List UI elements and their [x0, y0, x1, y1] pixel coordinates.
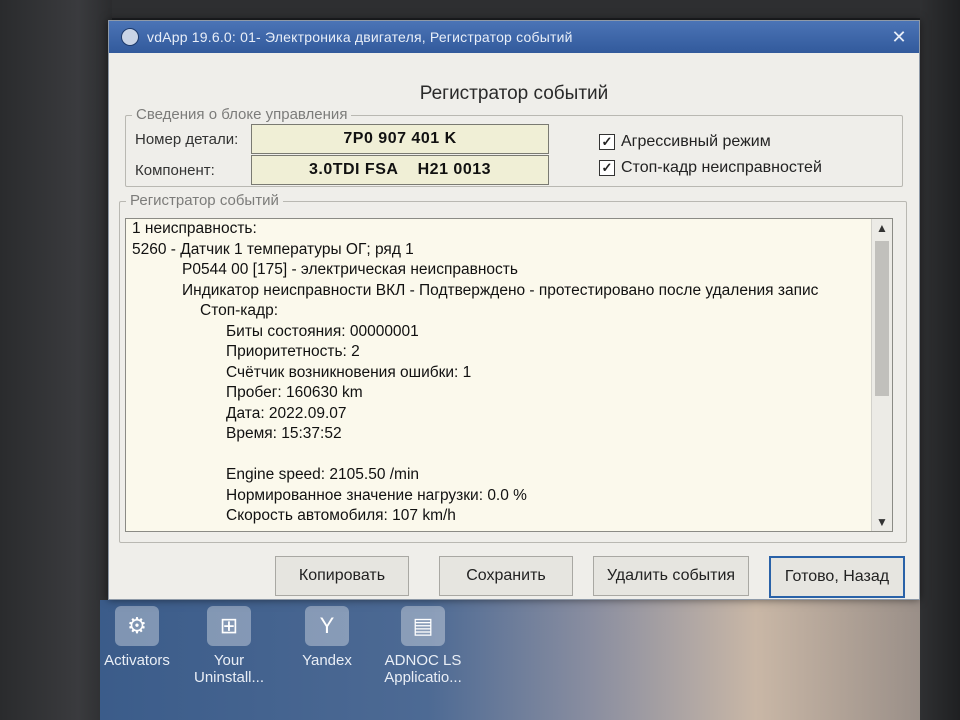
- desktop-icon-adnoc[interactable]: ▤ ADNOC LS Applicatio...: [380, 606, 466, 686]
- desktop-icon-label: ADNOC LS Applicatio...: [384, 652, 462, 686]
- yandex-icon: Y: [305, 606, 349, 646]
- log-line: Биты состояния: 00000001: [226, 322, 419, 340]
- save-button[interactable]: Сохранить: [439, 556, 573, 596]
- event-log-legend: Регистратор событий: [126, 192, 283, 209]
- activators-icon: ⚙: [115, 606, 159, 646]
- laptop-bezel-right: [920, 0, 960, 720]
- scroll-down-icon[interactable]: ▼: [872, 513, 892, 531]
- laptop-bezel-top: [0, 0, 960, 18]
- log-line: Приоритетность: 2: [226, 343, 360, 360]
- event-log-textarea[interactable]: 1 неисправность: 5260 - Датчик 1 температ…: [125, 218, 893, 532]
- log-line: 5260 - Датчик 1 температуры ОГ; ряд 1: [132, 240, 414, 258]
- log-line: Стоп-кадр:: [200, 302, 279, 319]
- freeze-frame-label: Стоп-кадр неисправностей: [621, 159, 822, 176]
- log-line: P0544 00 [175] - электрическая неисправн…: [182, 261, 518, 278]
- freeze-frame-checkbox[interactable]: ✓ Стоп-кадр неисправностей: [599, 159, 822, 177]
- part-number-field[interactable]: 7P0 907 401 K: [251, 124, 549, 154]
- app-icon: [121, 28, 139, 46]
- desktop-background: ⚙ Activators ⊞ Your Uninstall... Y Yande…: [100, 600, 920, 720]
- aggressive-mode-label: Агрессивный режим: [621, 133, 771, 150]
- log-line: Engine speed: 2105.50 /min: [226, 466, 420, 483]
- desktop-icon-uninstall[interactable]: ⊞ Your Uninstall...: [186, 606, 272, 686]
- close-icon[interactable]: ✕: [879, 27, 919, 48]
- dialog-heading: Регистратор событий: [419, 83, 609, 104]
- log-line: 1 неисправность:: [132, 220, 257, 237]
- log-scrollbar[interactable]: ▲ ▼: [871, 219, 892, 531]
- checkbox-check-icon: ✓: [599, 134, 615, 150]
- desktop-icon-yandex[interactable]: Y Yandex: [284, 606, 370, 669]
- uninstall-icon: ⊞: [207, 606, 251, 646]
- copy-button[interactable]: Копировать: [275, 556, 409, 596]
- scroll-up-icon[interactable]: ▲: [872, 219, 892, 237]
- desktop-icon-activators[interactable]: ⚙ Activators: [94, 606, 180, 669]
- log-line: Скорость автомобиля: 107 km/h: [226, 507, 456, 524]
- component-field[interactable]: 3.0TDI FSA H21 0013: [251, 155, 549, 185]
- desktop-icon-label: Your Uninstall...: [193, 652, 265, 686]
- scroll-thumb[interactable]: [875, 241, 889, 396]
- log-line: Счётчик возникновения ошибки: 1: [226, 363, 472, 381]
- part-number-label: Номер детали:: [135, 131, 239, 148]
- log-line: Нормированное значение нагрузки: 0.0 %: [226, 486, 527, 504]
- checkbox-check-icon: ✓: [599, 160, 615, 176]
- delete-events-button[interactable]: Удалить события: [593, 556, 749, 596]
- done-back-button[interactable]: Готово, Назад: [769, 556, 905, 598]
- event-recorder-window: vdApp 19.6.0: 01- Электроника двигателя,…: [108, 20, 920, 600]
- adnoc-icon: ▤: [401, 606, 445, 646]
- desktop-icon-label: Activators: [104, 652, 170, 669]
- event-log-lines: 1 неисправность: 5260 - Датчик 1 температ…: [126, 219, 872, 527]
- title-bar[interactable]: vdApp 19.6.0: 01- Электроника двигателя,…: [109, 21, 919, 53]
- control-unit-legend: Сведения о блоке управления: [132, 106, 352, 123]
- log-line: Пробег: 160630 km: [226, 384, 363, 401]
- log-line: Дата: 2022.09.07: [226, 404, 347, 422]
- window-title: vdApp 19.6.0: 01- Электроника двигателя,…: [147, 29, 573, 45]
- component-label: Компонент:: [135, 162, 215, 179]
- log-line: Время: 15:37:52: [226, 425, 342, 442]
- log-line: Индикатор неисправности ВКЛ - Подтвержде…: [182, 281, 819, 299]
- aggressive-mode-checkbox[interactable]: ✓ Агрессивный режим: [599, 133, 771, 151]
- desktop-icon-label: Yandex: [302, 652, 352, 669]
